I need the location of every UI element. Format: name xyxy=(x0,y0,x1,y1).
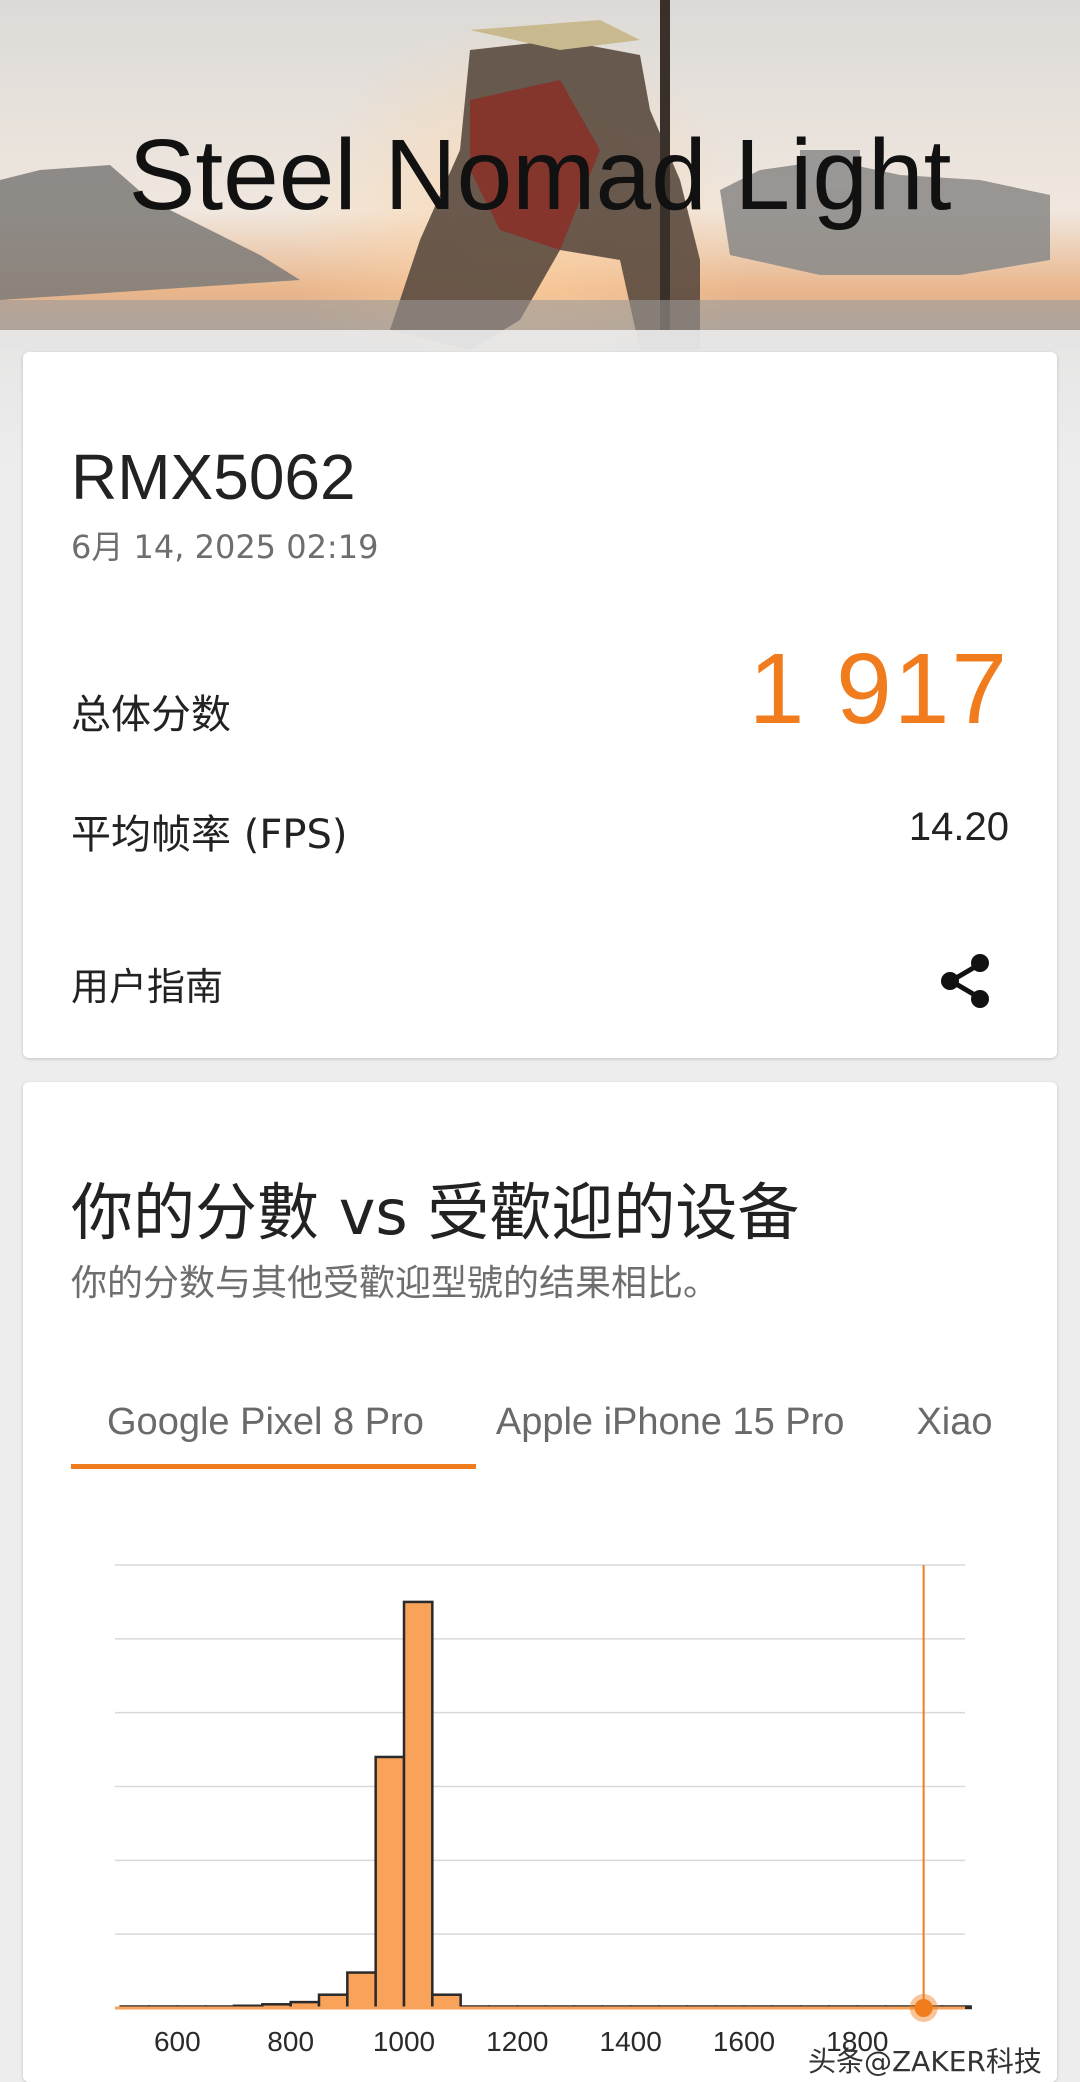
result-card: RMX5062 6月 14, 2025 02:19 总体分数 1 917 平均帧… xyxy=(23,352,1057,1058)
watermark: 头条@ZAKER科技 xyxy=(808,2045,1042,2078)
histogram-bar xyxy=(402,1600,434,2010)
histogram-bar xyxy=(317,1993,349,2010)
x-tick-label: 1400 xyxy=(600,2026,662,2057)
device-name: RMX5062 xyxy=(71,441,356,513)
fps-value: 14.20 xyxy=(908,805,1009,849)
x-tick-label: 1200 xyxy=(486,2026,548,2057)
histogram-bar xyxy=(374,1755,406,2010)
x-tick-label: 1600 xyxy=(713,2026,775,2057)
user-guide-link[interactable]: 用户指南 xyxy=(71,956,223,1011)
fps-label: 平均帧率 (FPS) xyxy=(71,812,348,858)
x-tick-label: 600 xyxy=(154,2026,201,2057)
result-date: 6月 14, 2025 02:19 xyxy=(71,528,379,566)
share-button[interactable] xyxy=(935,950,997,1012)
overall-score-label: 总体分数 xyxy=(71,692,231,738)
your-score-marker-dot xyxy=(914,1999,933,2017)
share-icon xyxy=(941,954,989,1008)
score-distribution-chart: 600 800 1000 1200 1400 1600 1800 xyxy=(115,1564,972,2057)
x-tick-label: 800 xyxy=(267,2026,314,2057)
comparison-card: 你的分數 vs 受歡迎的设备 你的分数与其他受歡迎型號的结果相比。 Google… xyxy=(23,1082,1057,2082)
x-tick-label: 1000 xyxy=(373,2026,435,2057)
histogram-bar xyxy=(346,1971,377,2010)
overall-score-value: 1 917 xyxy=(748,633,1009,745)
histogram-bar xyxy=(431,1993,462,2010)
page-title: Steel Nomad Light xyxy=(128,119,952,231)
